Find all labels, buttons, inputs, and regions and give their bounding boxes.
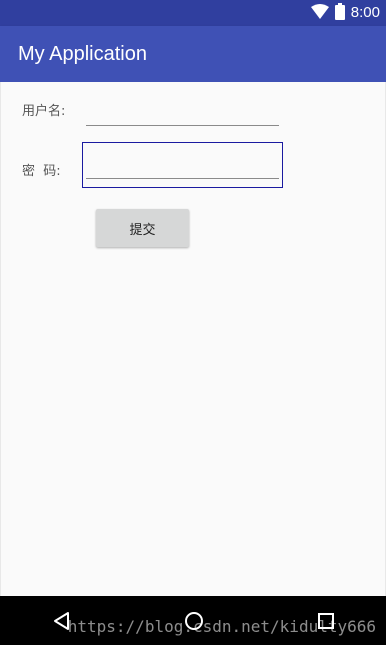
username-input[interactable] [86, 104, 279, 126]
app-bar: My Application [0, 26, 386, 82]
submit-button[interactable]: 提交 [96, 209, 189, 247]
form-container: 用户名: 密 码: 提交 [0, 82, 386, 596]
status-icons: 8:00 [310, 2, 380, 24]
password-label: 密 码: [22, 164, 61, 179]
status-time: 8:00 [350, 4, 380, 21]
navigation-bar: https://blog.csdn.net/kidulty666 [0, 596, 386, 645]
app-title: My Application [18, 43, 147, 65]
battery-icon [334, 2, 345, 24]
watermark-text: https://blog.csdn.net/kidulty666 [67, 617, 376, 636]
password-input[interactable] [86, 157, 279, 179]
username-label: 用户名: [22, 104, 66, 119]
status-bar: 8:00 [0, 0, 386, 26]
wifi-icon [310, 3, 329, 23]
